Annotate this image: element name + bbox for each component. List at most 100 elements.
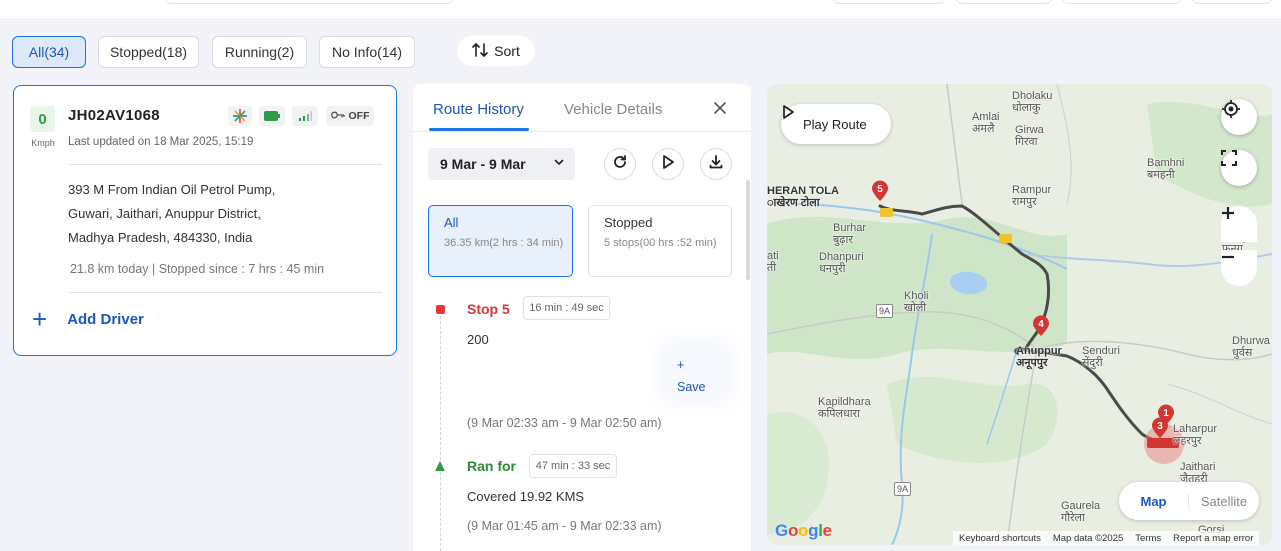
pin-label: 3 [1157,421,1163,432]
route-pin-4[interactable]: 4 [1032,315,1050,337]
tab-vehicle-details[interactable]: Vehicle Details [564,101,662,118]
speed-unit: Kmph [31,138,55,148]
download-button[interactable] [700,148,732,180]
fullscreen-button[interactable] [1221,150,1257,186]
play-route-button[interactable]: Play Route [781,104,891,144]
play-icon [661,154,675,175]
event-duration: 47 min : 33 sec [529,454,617,478]
sort-icon [472,42,488,60]
route-filter-all-summary: 36.35 km(2 hrs : 34 min) [444,237,564,249]
route-history-panel: Route History Vehicle Details 9 Mar - 9 … [413,84,751,551]
card-divider-2 [68,292,382,293]
route-filter-stopped[interactable]: Stopped 5 stops(00 hrs :52 min) [588,205,732,277]
plus-icon: + [677,358,685,372]
address-line-1: 393 M From Indian Oil Petrol Pump, [68,182,276,197]
event-duration: 16 min : 49 sec [523,296,610,320]
address-line-3: Madhya Pradesh, 484330, India [68,230,253,245]
top-button-3[interactable] [1062,0,1181,4]
map-label-amlai: Amlai अमलै [972,111,1000,135]
chevron-down-icon [553,156,565,171]
map-label-dholaku: Dholaku धोलाकु [1012,90,1053,114]
ignition-status-badge: OFF [326,106,374,126]
top-button-1[interactable] [833,0,945,4]
road-shield-9a: 9A [894,482,912,496]
plus-icon: + [32,304,48,334]
map-type-satellite[interactable]: Satellite [1189,494,1259,509]
map-label-bamhni: Bamhni बमहनी [1147,157,1185,181]
keyboard-shortcuts-link[interactable]: Keyboard shortcuts [959,533,1041,544]
tab-route-history[interactable]: Route History [433,101,524,118]
road-shield-9a: 9A [876,304,894,318]
event-time-range: (9 Mar 01:45 am - 9 Mar 02:33 am) [467,519,662,533]
sort-button[interactable]: Sort [457,36,535,66]
card-divider [68,164,382,165]
pin-label: 5 [877,184,883,195]
sort-label: Sort [494,43,520,59]
event-note: Covered 19.92 KMS [467,489,585,504]
map-label-kapildhara: Kapildhara कपिलधारा [818,396,871,420]
map-type-map[interactable]: Map [1119,493,1189,509]
zoom-out-button[interactable] [1221,250,1257,286]
date-range-select[interactable]: 9 Mar - 9 Mar [428,148,575,180]
zoom-in-button[interactable] [1221,206,1257,242]
battery-icon [259,106,285,126]
save-button[interactable]: + Save [667,347,725,397]
add-driver-button[interactable]: + Add Driver [32,304,144,334]
search-input[interactable] [165,0,453,4]
map-type-toggle: Map Satellite [1119,482,1259,520]
route-pin-5[interactable]: 5 [871,180,889,202]
route-filter-stopped-title: Stopped [604,215,653,230]
close-icon[interactable] [713,99,727,120]
route-pin-3[interactable]: 3 [1151,417,1169,439]
date-range-value: 9 Mar - 9 Mar [440,156,526,172]
vehicle-address: 393 M From Indian Oil Petrol Pump, Guwar… [68,178,275,250]
refresh-icon [612,154,628,175]
play-route-label: Play Route [803,116,867,132]
download-icon [708,154,724,175]
filter-running-chip[interactable]: Running(2) [212,36,307,68]
filter-no-info-chip[interactable]: No Info(14) [319,36,415,68]
top-button-4[interactable] [1192,0,1272,4]
route-filter-all-title: All [444,215,459,230]
map-label-laharpur: Laharpur लहरपुर [1173,423,1218,447]
speed-value: 0 [30,106,55,132]
route-filter-all[interactable]: All 36.35 km(2 hrs : 34 min) [428,205,573,277]
route-filter-stopped-summary: 5 stops(00 hrs :52 min) [604,237,717,249]
top-button-2[interactable] [956,0,1052,4]
panel-divider [413,131,751,132]
map-data-text: Map data ©2025 [1052,532,1124,544]
map-attribution: Keyboard shortcuts Map data ©2025 Terms … [953,531,1260,545]
terms-link[interactable]: Terms [1135,533,1161,544]
map-label-dhanpuri: Dhanpuri धनपुरी [819,251,864,275]
map-label-burhar: Burhar बुढ़ार [833,222,867,246]
vehicle-plate: JH02AV1068 [68,107,160,124]
my-location-button[interactable] [1221,99,1257,135]
panel-scrollbar[interactable] [746,180,750,280]
event-title: Ran for [467,458,516,474]
map-label-heran-tola: HERAN TOLA ाखेरण टोला [767,185,839,209]
filter-all-chip[interactable]: All(34) [12,36,86,68]
add-driver-label: Add Driver [67,310,144,328]
map-label-kholi: Kholi खोली [904,290,929,314]
top-bar [0,0,1281,20]
timeline-line [440,316,441,551]
network-icon [228,106,252,126]
map-label-rampur: Rampur रामपुर [1012,184,1052,208]
last-updated: Last updated on 18 Mar 2025, 15:19 [68,136,254,148]
play-button[interactable] [652,148,684,180]
map-label-anuppur: Anuppur अनूपपुर [1016,345,1062,369]
report-error-link[interactable]: Report a map error [1173,533,1253,544]
refresh-button[interactable] [604,148,636,180]
key-icon [330,110,345,122]
vehicle-card[interactable]: 0 Kmph JH02AV1068 Last updated on 18 Mar… [13,85,397,356]
map-label-dhurwa: Dhurwa धुर्वस [1232,335,1270,359]
route-map[interactable]: 5 4 1 3 Dholaku धोलाकु Amlai अमलै Girwa … [767,84,1272,545]
save-label: Save [677,380,706,394]
today-summary: 21.8 km today | Stopped since : 7 hrs : … [70,262,325,276]
ignition-status-text: OFF [348,110,370,122]
run-marker-icon [435,461,445,471]
filter-stopped-chip[interactable]: Stopped(18) [98,36,199,68]
stop-marker-icon [436,305,445,314]
map-label-gaurela: Gaurela गौरेला [1061,500,1101,524]
signal-icon [292,106,318,126]
